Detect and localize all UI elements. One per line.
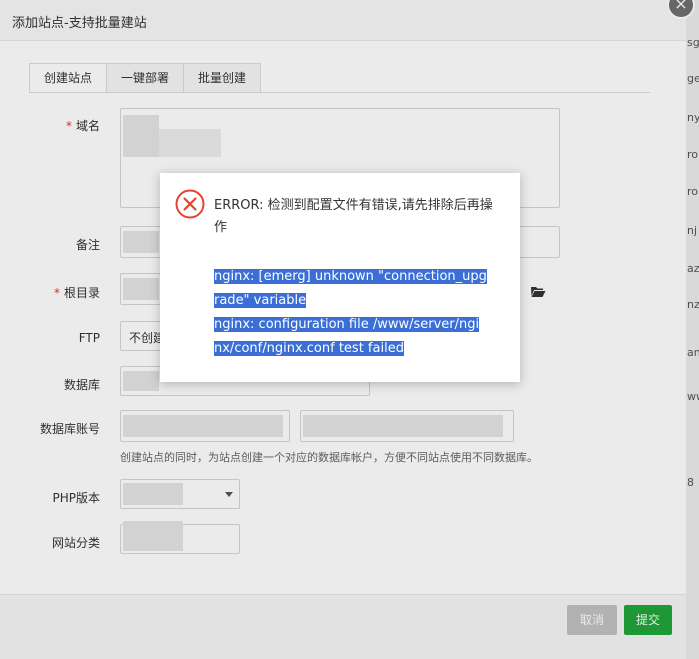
error-title: ERROR: 检测到配置文件有错误,请先排除后再操作 (214, 198, 493, 235)
error-popup: ERROR: 检测到配置文件有错误,请先排除后再操作 nginx: [emerg… (160, 173, 520, 382)
error-detail-line: nginx: configuration file /www/server/ng… (214, 314, 498, 336)
selected-text: nginx: [emerg] unknown "connection_upg (214, 269, 487, 284)
error-icon (175, 189, 205, 219)
selected-text: nx/conf/nginx.conf test failed (214, 341, 404, 356)
error-detail-line: rade" variable (214, 290, 498, 312)
selected-text: rade" variable (214, 293, 307, 308)
selected-text: nginx: configuration file /www/server/ng… (214, 317, 480, 332)
error-detail-line: nginx: [emerg] unknown "connection_upg (214, 266, 498, 288)
error-detail-line: nx/conf/nginx.conf test failed (214, 338, 498, 360)
